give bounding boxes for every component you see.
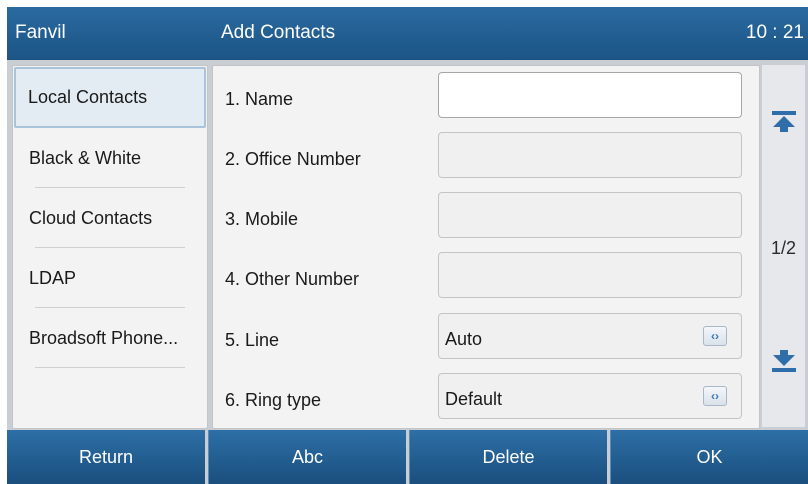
divider bbox=[35, 367, 185, 368]
field-label: 2. Office Number bbox=[225, 149, 361, 169]
phone-screen: Fanvil Add Contacts 10 : 21 Local Contac… bbox=[7, 7, 808, 484]
contact-category-list: Local Contacts Black & White Cloud Conta… bbox=[12, 65, 208, 429]
sidebar-item-label: LDAP bbox=[29, 268, 77, 288]
sidebar-item-local-contacts[interactable]: Local Contacts bbox=[14, 67, 206, 128]
select-toggle-icon[interactable]: ‹› bbox=[703, 386, 727, 406]
sidebar-item-label: Cloud Contacts bbox=[29, 208, 153, 228]
page-title: Add Contacts bbox=[221, 22, 336, 43]
form-row-other-number: 4. Other Number bbox=[213, 246, 759, 306]
field-label: 4. Other Number bbox=[225, 269, 360, 289]
sidebar-item-label: Black & White bbox=[29, 148, 142, 168]
softkey-bar: Return Abc Delete OK bbox=[7, 430, 808, 484]
clock: 10 : 21 bbox=[745, 22, 804, 43]
scroll-top-icon[interactable] bbox=[770, 109, 798, 133]
sidebar-item-label: Broadsoft Phone... bbox=[29, 328, 179, 348]
form-row-mobile: 3. Mobile bbox=[213, 186, 759, 246]
sidebar-item-black-white[interactable]: Black & White bbox=[13, 128, 207, 188]
form-row-ring-type: 6. Ring type Default ‹› bbox=[213, 367, 759, 427]
field-value: Default bbox=[445, 389, 503, 409]
delete-button[interactable]: Delete bbox=[409, 430, 607, 484]
field-label: 5. Line bbox=[225, 330, 280, 350]
ok-button[interactable]: OK bbox=[610, 430, 808, 484]
mobile-field[interactable] bbox=[438, 192, 742, 238]
form-row-office-number: 2. Office Number bbox=[213, 126, 759, 186]
sidebar-item-ldap[interactable]: LDAP bbox=[13, 248, 207, 308]
scroll-bottom-icon[interactable] bbox=[770, 349, 798, 373]
select-toggle-icon[interactable]: ‹› bbox=[703, 326, 727, 346]
add-contact-form: 1. Name 2. Office Number 3. Mobile 4. Ot… bbox=[212, 65, 760, 429]
line-select[interactable]: Auto ‹› bbox=[438, 313, 742, 359]
field-label: 1. Name bbox=[225, 89, 294, 109]
office-number-field[interactable] bbox=[438, 132, 742, 178]
brand-label: Fanvil bbox=[15, 22, 66, 43]
abc-button[interactable]: Abc bbox=[208, 430, 406, 484]
sidebar-item-cloud-contacts[interactable]: Cloud Contacts bbox=[13, 188, 207, 248]
page-scroller: 1/2 bbox=[762, 65, 805, 427]
other-number-field[interactable] bbox=[438, 252, 742, 298]
title-bar: Fanvil Add Contacts 10 : 21 bbox=[7, 7, 808, 60]
field-value: Auto bbox=[445, 329, 483, 349]
return-button[interactable]: Return bbox=[7, 430, 205, 484]
ring-type-select[interactable]: Default ‹› bbox=[438, 373, 742, 419]
form-row-name: 1. Name bbox=[213, 66, 759, 126]
page-indicator: 1/2 bbox=[770, 238, 797, 258]
field-label: 6. Ring type bbox=[225, 390, 322, 410]
form-row-line: 5. Line Auto ‹› bbox=[213, 307, 759, 367]
field-label: 3. Mobile bbox=[225, 209, 299, 229]
sidebar-item-label: Local Contacts bbox=[28, 87, 148, 107]
sidebar-item-broadsoft-phonebook[interactable]: Broadsoft Phone... bbox=[13, 308, 207, 368]
name-field[interactable] bbox=[438, 72, 742, 118]
